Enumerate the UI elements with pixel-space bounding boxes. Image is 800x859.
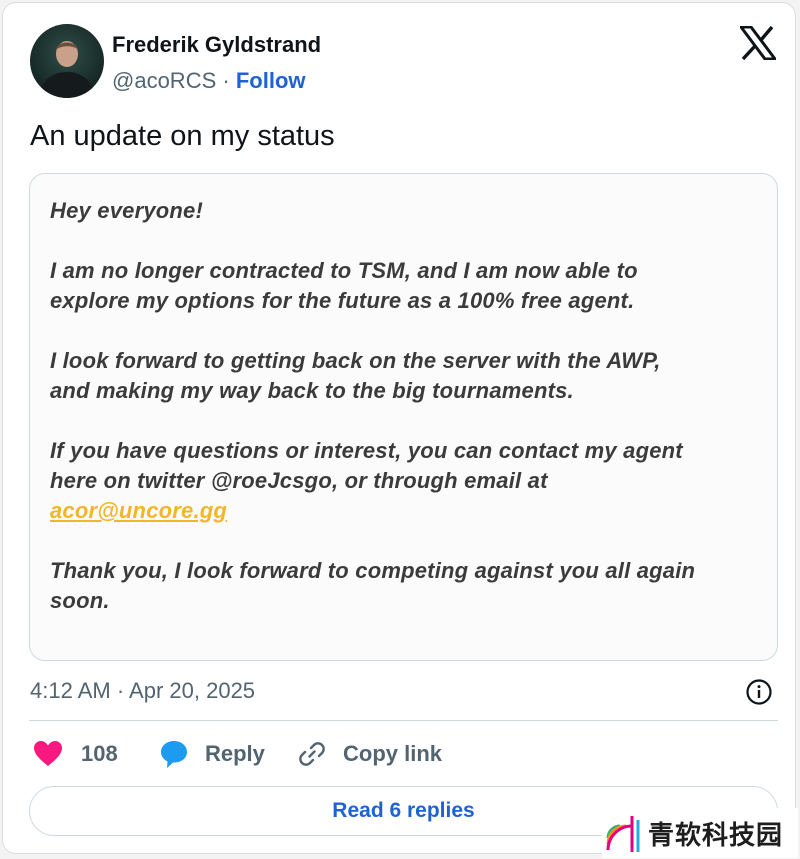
copy-link-label: Copy link (343, 741, 443, 766)
timestamp[interactable]: 4:12 AM · Apr 20, 2025 (30, 678, 255, 704)
note-line: If you have questions or interest, you c… (50, 438, 683, 463)
speech-bubble-icon (161, 741, 187, 768)
info-icon[interactable] (745, 678, 773, 706)
watermark: 青软科技园 (602, 808, 798, 858)
embedded-image-note[interactable]: Hey everyone! I am no longer contracted … (29, 173, 778, 661)
note-line: Hey everyone! (50, 198, 204, 223)
read-replies-label: Read 6 replies (332, 799, 475, 822)
note-line: I look forward to getting back on the se… (50, 348, 661, 373)
divider (29, 720, 778, 721)
email-link[interactable]: acor@uncore.gg (50, 498, 227, 523)
note-line: here on twitter @roeJcsgo, or through em… (50, 468, 548, 493)
tweet-card: Frederik Gyldstrand @acoRCS · Follow An … (2, 2, 796, 854)
avatar[interactable] (30, 24, 104, 98)
like-button[interactable]: 108 (33, 737, 118, 771)
reply-label: Reply (205, 741, 265, 766)
watermark-logo-icon (606, 816, 640, 852)
note-line: I am no longer contracted to TSM, and I … (50, 258, 638, 283)
note-line: soon. (50, 588, 110, 613)
watermark-text: 青软科技园 (648, 820, 784, 851)
author-name[interactable]: Frederik Gyldstrand (112, 32, 321, 58)
note-line: and making my way back to the big tourna… (50, 378, 574, 403)
link-icon (299, 742, 325, 766)
note-line: Thank you, I look forward to competing a… (50, 558, 696, 583)
separator: · (222, 68, 230, 93)
note-email-line: acor@uncore.gg (50, 496, 227, 526)
copy-link-button[interactable]: Copy link (297, 737, 442, 771)
author-handle[interactable]: @acoRCS (112, 68, 216, 93)
like-count: 108 (81, 741, 118, 766)
reply-button[interactable]: Reply (159, 737, 265, 771)
heart-icon (34, 741, 62, 766)
author-handle-line: @acoRCS · Follow (112, 68, 306, 94)
x-logo-icon[interactable] (740, 26, 776, 60)
note-line: explore my options for the future as a 1… (50, 288, 635, 313)
follow-button[interactable]: Follow (236, 68, 306, 93)
tweet-text: An update on my status (30, 120, 335, 152)
